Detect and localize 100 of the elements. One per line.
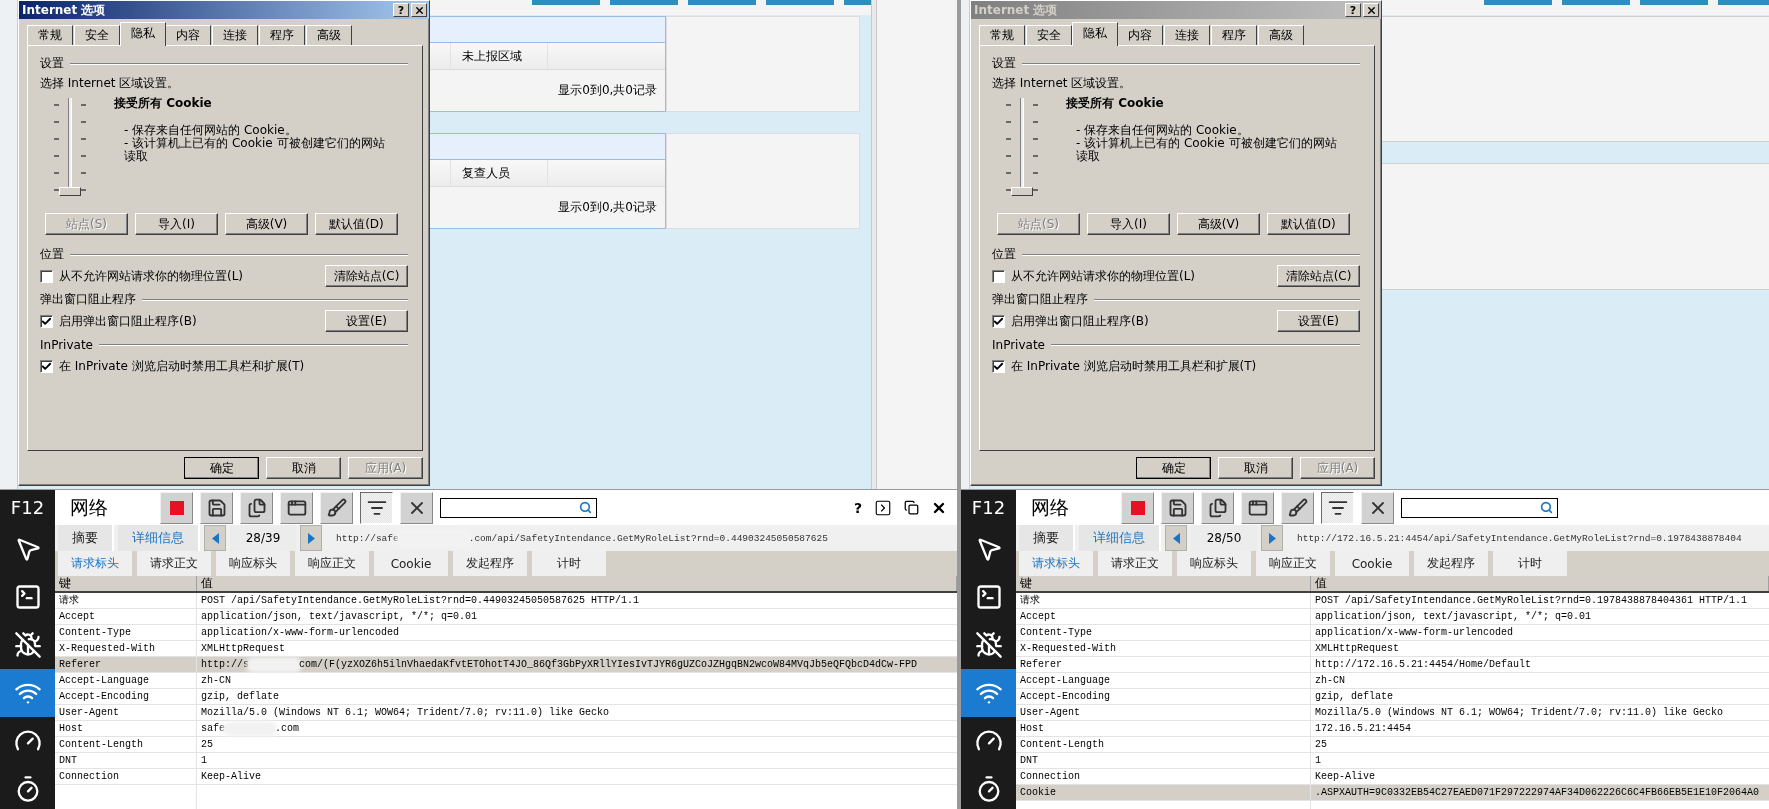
tab[interactable]: 内容 bbox=[1117, 25, 1163, 45]
tab[interactable]: 常规 bbox=[27, 25, 73, 45]
slider-thumb[interactable] bbox=[59, 187, 81, 196]
view-tab[interactable]: 详细信息 bbox=[118, 525, 200, 551]
table-row[interactable]: Accept-Encoding gzip, deflate bbox=[1016, 689, 1769, 705]
dialog-button[interactable]: 取消 bbox=[266, 457, 341, 479]
stop-button[interactable] bbox=[160, 491, 193, 524]
view-tab[interactable]: 详细信息 bbox=[1079, 525, 1161, 551]
tab[interactable]: 程序 bbox=[1211, 25, 1257, 45]
next-button[interactable] bbox=[300, 525, 322, 551]
clear-button[interactable] bbox=[400, 491, 433, 524]
checkbox[interactable] bbox=[992, 359, 1005, 373]
table-row[interactable]: 请求 POST /api/SafetyIntendance.GetMyRoleList?rnd=0.44903245050587625 HTTP/1.1 bbox=[55, 593, 957, 609]
sub-tab[interactable]: 请求正文 bbox=[1098, 551, 1172, 576]
table-row[interactable]: Content-Type application/x-www-form-urlencoded bbox=[1016, 625, 1769, 641]
help-button[interactable]: ? bbox=[1345, 3, 1361, 17]
sub-tab[interactable]: 请求标头 bbox=[58, 551, 132, 576]
tab[interactable]: 连接 bbox=[212, 25, 258, 45]
close-button[interactable] bbox=[411, 3, 427, 17]
table-row[interactable]: Accept application/json, text/javascript, */*; q=0.01 bbox=[55, 609, 957, 625]
table-row[interactable]: Accept-Language zh-CN bbox=[55, 673, 957, 689]
tab[interactable]: 安全 bbox=[1026, 25, 1072, 45]
tab[interactable]: 程序 bbox=[259, 25, 305, 45]
dialog-button[interactable]: 高级(V) bbox=[225, 213, 308, 235]
close-button[interactable] bbox=[1363, 3, 1379, 17]
sub-tab[interactable]: 响应标头 bbox=[216, 551, 290, 576]
previous-button[interactable] bbox=[1165, 525, 1187, 551]
search-field[interactable] bbox=[440, 497, 597, 518]
files-button[interactable] bbox=[1201, 491, 1234, 524]
search-field[interactable] bbox=[1401, 497, 1558, 518]
dialog-button[interactable]: 清除站点(C) bbox=[1277, 265, 1360, 287]
dialog-button[interactable]: 取消 bbox=[1218, 457, 1293, 479]
table-row[interactable]: User-Agent Mozilla/5.0 (Windows NT 6.1; WOW64; Trident/7.0; rv:11.0) like Gecko bbox=[55, 705, 957, 721]
dialog-button[interactable]: 设置(E) bbox=[325, 310, 408, 332]
list-button[interactable] bbox=[360, 491, 393, 524]
tab[interactable]: 安全 bbox=[74, 25, 120, 45]
table-row[interactable]: Accept-Language zh-CN bbox=[1016, 673, 1769, 689]
help-button[interactable]: ? bbox=[393, 3, 409, 17]
column-header[interactable]: 键 bbox=[55, 576, 197, 591]
sub-tab[interactable]: 请求正文 bbox=[137, 551, 211, 576]
table-row[interactable]: Content-Length 25 bbox=[55, 737, 957, 753]
table-row[interactable]: Connection Keep-Alive bbox=[1016, 769, 1769, 785]
sub-tab[interactable]: 发起程序 bbox=[453, 551, 527, 576]
sub-tab[interactable]: 请求标头 bbox=[1019, 551, 1093, 576]
table-row[interactable]: X-Requested-With XMLHttpRequest bbox=[1016, 641, 1769, 657]
window-button[interactable] bbox=[1241, 491, 1274, 524]
dialog-button[interactable]: 导入(I) bbox=[135, 213, 218, 235]
checkbox[interactable] bbox=[992, 269, 1005, 283]
window-button[interactable] bbox=[280, 491, 313, 524]
dialog-button[interactable]: 默认值(D) bbox=[315, 213, 398, 235]
save-button[interactable] bbox=[1161, 491, 1194, 524]
column-header[interactable]: 值 bbox=[1311, 576, 1769, 591]
checkbox[interactable] bbox=[40, 359, 53, 373]
help-button[interactable]: ? bbox=[853, 499, 862, 516]
table-row[interactable]: DNT 1 bbox=[55, 753, 957, 769]
list-button[interactable] bbox=[1321, 491, 1354, 524]
table-row[interactable]: Connection Keep-Alive bbox=[55, 769, 957, 785]
restore-icon[interactable] bbox=[904, 500, 919, 515]
table-row[interactable]: Accept application/json, text/javascript, */*; q=0.01 bbox=[1016, 609, 1769, 625]
brush-button[interactable] bbox=[1281, 491, 1314, 524]
brush-button[interactable] bbox=[320, 491, 353, 524]
sub-tab[interactable]: 发起程序 bbox=[1414, 551, 1488, 576]
tab[interactable]: 高级 bbox=[1258, 25, 1304, 45]
dialog-button[interactable]: 高级(V) bbox=[1177, 213, 1260, 235]
sub-tab[interactable]: Cookie bbox=[1335, 551, 1409, 576]
sub-tab[interactable]: 响应正文 bbox=[295, 551, 369, 576]
previous-button[interactable] bbox=[204, 525, 226, 551]
dialog-button[interactable]: 设置(E) bbox=[1277, 310, 1360, 332]
checkbox[interactable] bbox=[40, 314, 53, 328]
column-header[interactable]: 键 bbox=[1016, 576, 1311, 591]
files-button[interactable] bbox=[240, 491, 273, 524]
sub-tab[interactable]: 计时 bbox=[1493, 551, 1567, 576]
slider-thumb[interactable] bbox=[1011, 187, 1033, 196]
table-row[interactable]: Host 172.16.5.21:4454 bbox=[1016, 721, 1769, 737]
table-row[interactable]: Cookie .ASPXAUTH=9C0332EB54C27EAED071F297222974AF34D062226C6C4FB66EB5E1E10F2064A0 bbox=[1016, 785, 1769, 801]
table-row[interactable]: DNT 1 bbox=[1016, 753, 1769, 769]
checkbox[interactable] bbox=[40, 269, 53, 283]
view-tab[interactable]: 摘要 bbox=[1019, 525, 1075, 551]
table-row[interactable]: Referer http://s com/(F(yzXOZ6h5ilnVhaedaKfvtETOhotT4JO_86Qf3GbPyXRllYIesIvTJYR6gUZCoJZHgqBN2wcoW84MVqJb5eQFQbcD4dCw-FPD bbox=[55, 657, 957, 673]
tab[interactable]: 隐私 bbox=[1072, 22, 1118, 46]
table-row[interactable]: Accept-Encoding gzip, deflate bbox=[55, 689, 957, 705]
sub-tab[interactable]: 响应标头 bbox=[1177, 551, 1251, 576]
tab[interactable]: 连接 bbox=[1164, 25, 1210, 45]
dialog-button[interactable]: 确定 bbox=[1136, 457, 1211, 479]
checkbox[interactable] bbox=[992, 314, 1005, 328]
tab[interactable]: 内容 bbox=[165, 25, 211, 45]
table-row[interactable]: Referer http://172.16.5.21:4454/Home/Default bbox=[1016, 657, 1769, 673]
dialog-button[interactable]: 确定 bbox=[184, 457, 259, 479]
sub-tab[interactable]: 计时 bbox=[532, 551, 606, 576]
column-header[interactable]: 值 bbox=[197, 576, 957, 591]
dock-icon[interactable] bbox=[874, 498, 892, 517]
table-row[interactable]: Content-Length 25 bbox=[1016, 737, 1769, 753]
tab[interactable]: 常规 bbox=[979, 25, 1025, 45]
sub-tab[interactable]: Cookie bbox=[374, 551, 448, 576]
sub-tab[interactable]: 响应正文 bbox=[1256, 551, 1330, 576]
table-row[interactable]: Host safe .com bbox=[55, 721, 957, 737]
table-row[interactable]: 请求 POST /api/SafetyIntendance.GetMyRoleList?rnd=0.1978438878404361 HTTP/1.1 bbox=[1016, 593, 1769, 609]
stop-button[interactable] bbox=[1121, 491, 1154, 524]
table-row[interactable]: X-Requested-With XMLHttpRequest bbox=[55, 641, 957, 657]
dialog-button[interactable]: 默认值(D) bbox=[1267, 213, 1350, 235]
